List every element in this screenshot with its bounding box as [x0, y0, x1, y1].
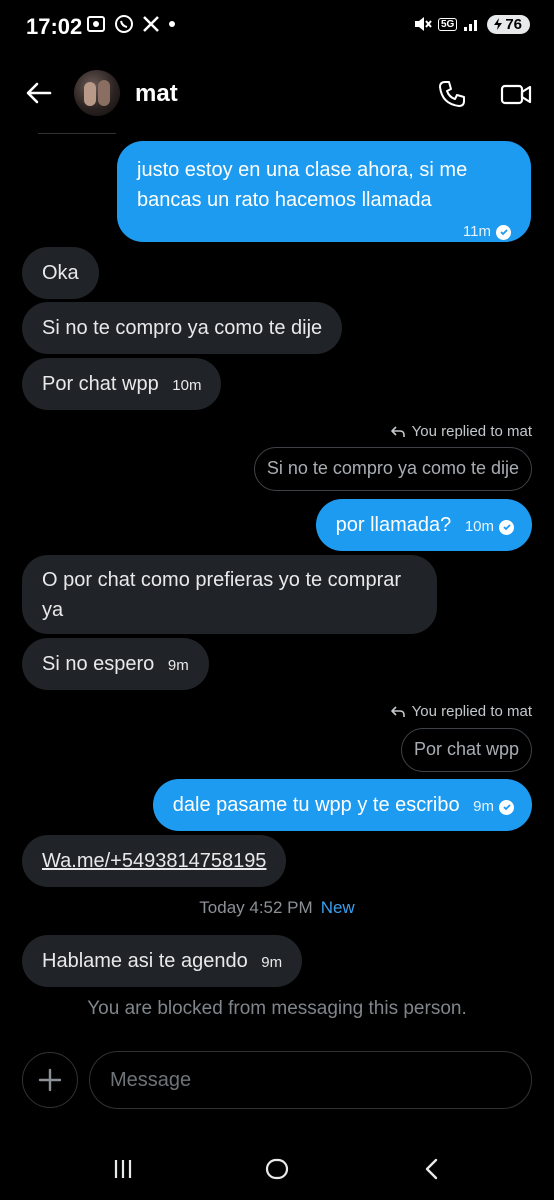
message-text: Por chat wpp	[42, 373, 159, 395]
sent-message[interactable]: justo estoy en una clase ahora, si me ba…	[117, 141, 531, 242]
quoted-text: Por chat wpp	[413, 739, 519, 759]
status-bar: 17:02 5G 76	[0, 0, 554, 56]
status-right-icons: 5G 76	[412, 14, 530, 34]
charging-bolt-icon	[494, 18, 503, 30]
status-notification-icons	[86, 14, 176, 34]
battery-level: 76	[505, 15, 522, 33]
video-call-button[interactable]	[500, 78, 532, 110]
check-circle-icon	[499, 519, 514, 535]
message-text: Oka	[42, 262, 79, 284]
reply-label: You replied to mat	[411, 703, 532, 720]
quoted-message[interactable]: Por chat wpp	[400, 728, 532, 772]
message-text: Hablame asi te agendo	[42, 950, 248, 972]
received-message[interactable]: Si no espero 9m	[22, 638, 209, 690]
received-link-message[interactable]: Wa.me/+5493814758195	[22, 835, 287, 887]
back-chevron-icon	[425, 1158, 438, 1180]
sent-message[interactable]: dale pasame tu wpp y te escribo 9m	[152, 779, 532, 831]
message-text: O por chat como prefieras yo te comprar …	[42, 569, 402, 621]
network-type-badge: 5G	[437, 17, 458, 31]
quoted-text: Si no te compro ya como te dije	[266, 458, 519, 478]
voice-call-button[interactable]	[436, 78, 468, 110]
signal-icon	[464, 20, 478, 31]
separator-date: Today 4:52 PM	[199, 898, 313, 917]
reply-label: You replied to mat	[411, 423, 532, 440]
received-message[interactable]: Oka	[22, 247, 99, 299]
check-circle-icon	[496, 224, 511, 240]
reply-arrow-icon	[390, 425, 405, 437]
phone-icon	[439, 81, 465, 107]
message-time: 9m	[167, 657, 189, 674]
message-time: 9m	[261, 954, 283, 971]
message-time: 9m	[473, 798, 494, 815]
message-meta: 10m	[172, 371, 201, 401]
screen-record-icon	[87, 16, 105, 32]
new-messages-label: New	[320, 898, 355, 917]
plus-icon	[38, 1068, 62, 1092]
header-divider	[38, 133, 116, 134]
back-button[interactable]	[24, 78, 54, 108]
whatsapp-icon	[115, 15, 133, 33]
whatsapp-link[interactable]: Wa.me/+5493814758195	[42, 850, 266, 872]
add-attachment-button[interactable]	[22, 1052, 78, 1108]
reply-indicator: You replied to mat	[390, 703, 532, 720]
mute-icon	[414, 17, 432, 31]
date-separator: Today 4:52 PM New	[0, 898, 554, 918]
sent-message[interactable]: por llamada? 10m	[315, 499, 532, 551]
recents-button[interactable]	[103, 1154, 143, 1184]
received-message[interactable]: O por chat como prefieras yo te comprar …	[22, 555, 437, 634]
conversation-header: mat	[0, 64, 554, 124]
contact-avatar[interactable]	[74, 70, 120, 116]
message-meta: 9m	[168, 651, 189, 681]
system-nav-bar	[0, 1140, 554, 1200]
reply-arrow-icon	[390, 705, 405, 717]
received-message[interactable]: Si no te compro ya como te dije	[22, 302, 343, 354]
message-text: Si no espero	[42, 653, 155, 675]
message-time: 10m	[172, 377, 202, 394]
more-notifications-dot-icon	[169, 21, 175, 27]
video-camera-icon	[500, 84, 532, 105]
contact-name[interactable]: mat	[135, 80, 178, 108]
x-app-icon	[143, 16, 159, 32]
message-meta: 10m	[465, 512, 514, 542]
reply-indicator: You replied to mat	[390, 423, 532, 440]
message-meta: 9m	[473, 792, 514, 822]
message-input[interactable]	[89, 1051, 532, 1109]
quoted-message[interactable]: Si no te compro ya como te dije	[253, 447, 532, 491]
message-text: dale pasame tu wpp y te escribo	[172, 794, 460, 816]
check-circle-icon	[499, 799, 514, 815]
recents-icon	[114, 1160, 132, 1178]
blocked-notice: You are blocked from messaging this pers…	[87, 998, 467, 1019]
received-message[interactable]: Por chat wpp 10m	[22, 358, 222, 410]
received-message[interactable]: Hablame asi te agendo 9m	[22, 935, 303, 987]
message-meta: 9m	[261, 948, 282, 978]
message-time: 10m	[464, 518, 494, 535]
message-time: 11m	[462, 223, 491, 240]
status-time: 17:02	[26, 14, 83, 39]
message-meta: 11m	[463, 217, 511, 247]
message-text: Si no te compro ya como te dije	[42, 317, 323, 339]
message-text: justo estoy en una clase ahora, si me ba…	[137, 159, 468, 211]
back-arrow-icon	[26, 82, 52, 104]
back-nav-button[interactable]	[412, 1154, 452, 1184]
home-button[interactable]	[257, 1154, 297, 1184]
message-text: por llamada?	[335, 514, 452, 536]
battery-indicator: 76	[487, 14, 530, 34]
home-icon	[265, 1158, 289, 1180]
